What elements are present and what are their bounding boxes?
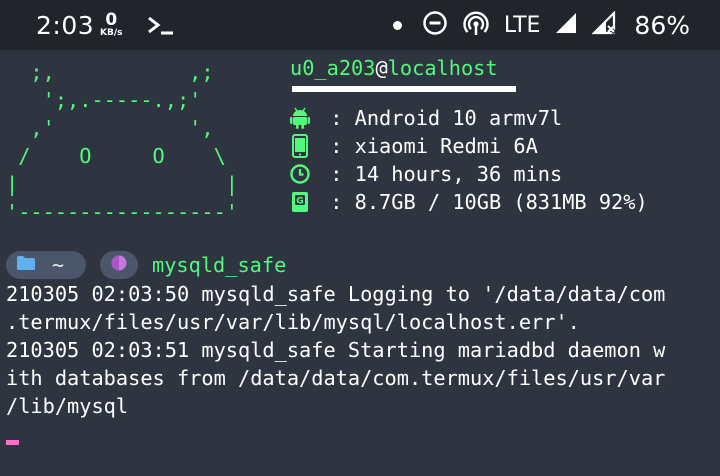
info-row-memory: G : 8.7GB / 10GB (831MB 92%) [290,188,648,216]
android-ascii-logo: ;, ,; ';,.-----.,;' ,' ', / O O \ | | '-… [6,60,238,224]
git-status-icon [110,254,128,276]
os-value: Android 10 armv7l [354,106,563,130]
system-info: u0_a203@localhost : Android 10 armv7l [290,54,648,216]
status-icons: LTE 86% [392,0,690,50]
git-segment [100,251,138,279]
android-icon [290,106,310,130]
signal-icon [554,11,578,39]
info-row-host: : xiaomi Redmi 6A [290,132,648,160]
separator: : [318,190,355,214]
terminal-icon [146,0,176,50]
network-speed-value: 0 [105,10,118,30]
status-bar: 2:03 0 KB/s LTE 86% [0,0,720,50]
separator-line [292,86,516,92]
user-host: u0_a203 @ localhost [290,54,648,82]
do-not-disturb-icon [422,10,448,40]
separator: : [318,134,355,158]
hotspot-icon [462,9,490,41]
network-type: LTE [503,12,541,38]
at-sign: @ [375,56,388,80]
network-speed-unit: KB/s [100,28,123,38]
command-text: mysqld_safe [152,253,287,277]
username: u0_a203 [290,56,376,80]
directory-segment: ~ [6,251,86,279]
hostname: localhost [387,56,498,80]
uptime-value: 14 hours, 36 mins [354,162,563,186]
clock-icon [290,162,310,186]
separator: : [318,162,355,186]
network-speed: 0 KB/s [100,0,122,50]
memory-icon: G [290,190,310,214]
output-line: /lib/mysql [6,394,129,418]
output-line: 210305 02:03:51 mysqld_safe Starting mar… [6,338,666,362]
phone-icon [290,134,310,158]
output-line: .termux/files/usr/var/lib/mysql/localhos… [6,310,580,334]
signal-x-icon [591,10,618,39]
battery-level: 86% [634,10,690,40]
output-line: ith databases from /data/data/com.termux… [6,366,666,390]
svg-text:G: G [296,197,303,207]
info-row-uptime: : 14 hours, 36 mins [290,160,648,188]
folder-icon [16,255,36,275]
current-directory: ~ [52,253,65,277]
shell-prompt: ~ mysqld_safe [6,251,286,279]
output-line: 210305 02:03:50 mysqld_safe Logging to '… [6,282,666,306]
info-row-os: : Android 10 armv7l [290,104,648,132]
memory-value: 8.7GB / 10GB (831MB 92%) [354,190,648,214]
clock-time: 2:03 [36,10,95,40]
separator: : [318,106,355,130]
host-value: xiaomi Redmi 6A [354,134,538,158]
terminal-screen[interactable]: ;, ,; ';,.-----.,;' ,' ', / O O \ | | '-… [0,50,720,476]
command-output: 210305 02:03:50 mysqld_safe Logging to '… [6,280,716,420]
dot-icon [392,20,402,30]
terminal-cursor [6,440,19,445]
